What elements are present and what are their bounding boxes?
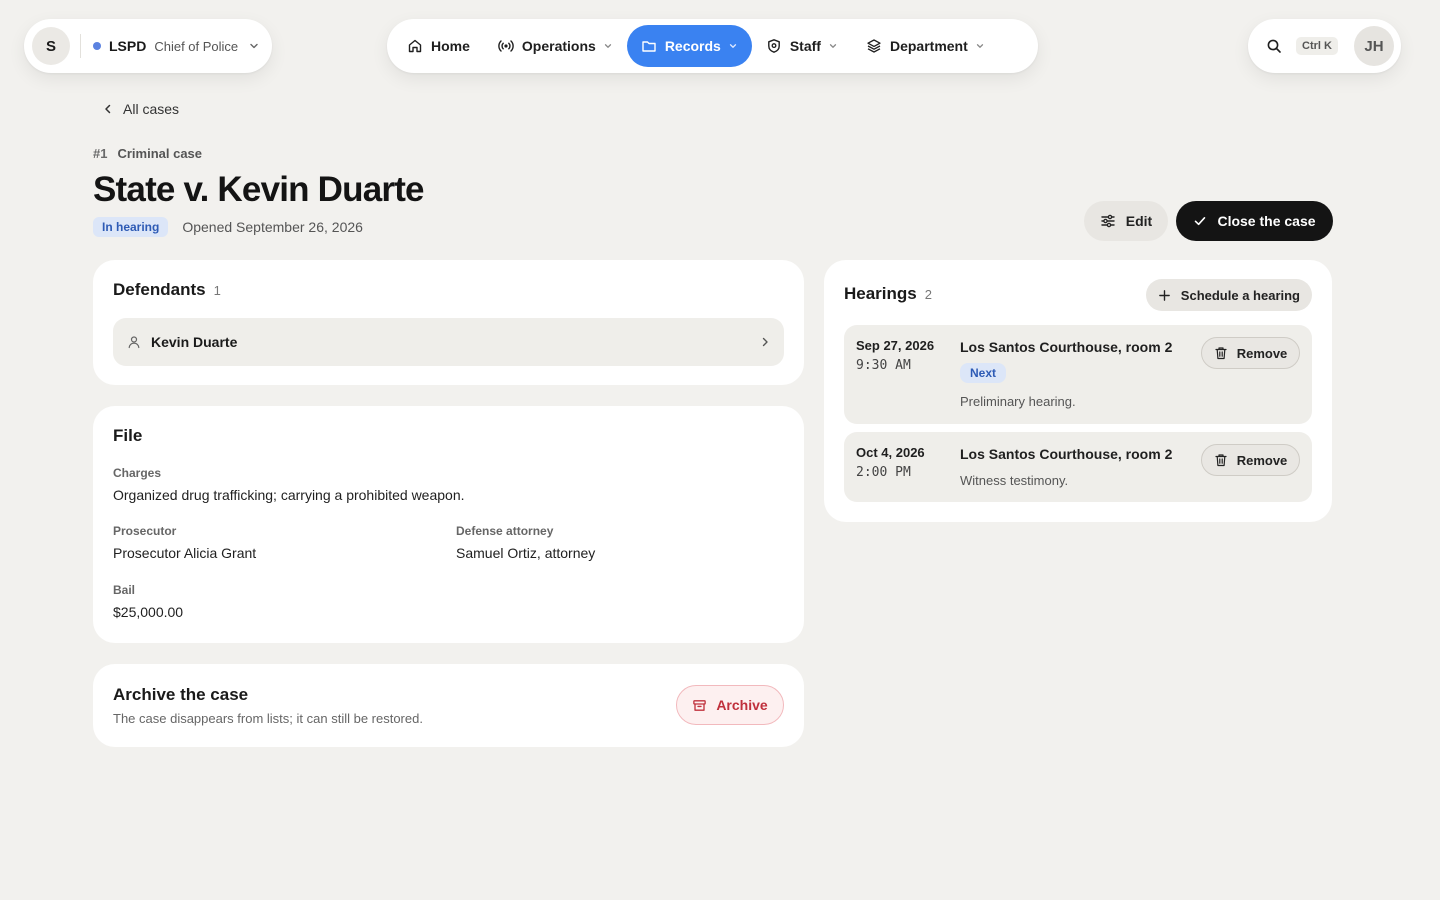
org-switcher[interactable]: S LSPD Chief of Police <box>24 19 272 73</box>
hearings-title: Hearings <box>844 284 917 303</box>
hearings-card: Hearings 2 Schedule a hearing Sep 27, 20… <box>824 260 1332 522</box>
remove-hearing-button[interactable]: Remove <box>1201 444 1300 476</box>
edit-button[interactable]: Edit <box>1084 201 1168 241</box>
defense-attorney-label: Defense attorney <box>456 524 554 538</box>
nav-item-records[interactable]: Records <box>626 25 752 67</box>
user-avatar[interactable]: JH <box>1354 26 1394 66</box>
hearing-item: Oct 4, 2026 2:00 PM Los Santos Courthous… <box>844 432 1312 502</box>
case-meta: #1 Criminal case <box>93 146 202 161</box>
archive-icon <box>692 698 707 713</box>
archive-button[interactable]: Archive <box>676 685 784 725</box>
bail-value: $25,000.00 <box>113 604 184 620</box>
sliders-icon <box>1100 213 1116 229</box>
case-type: Criminal case <box>117 146 203 161</box>
nav-item-home[interactable]: Home <box>393 25 484 67</box>
back-to-cases-link[interactable]: All cases <box>103 101 179 117</box>
defendant-row[interactable]: Kevin Duarte <box>113 318 784 366</box>
nav-item-operations[interactable]: Operations <box>484 25 627 67</box>
remove-label: Remove <box>1236 345 1288 361</box>
case-opened-date: Opened September 26, 2026 <box>182 219 363 235</box>
nav-item-department[interactable]: Department <box>852 25 999 67</box>
search-shortcut: Ctrl K <box>1296 37 1338 55</box>
case-number: #1 <box>93 146 108 161</box>
chevron-down-icon <box>728 41 738 51</box>
archive-card: Archive the case The case disappears fro… <box>93 664 804 747</box>
edit-button-label: Edit <box>1125 213 1153 229</box>
nav-item-label: Home <box>431 38 470 54</box>
prosecutor-value: Prosecutor Alicia Grant <box>113 545 257 561</box>
shield-icon <box>766 38 782 54</box>
file-card: File Charges Organized drug trafficking;… <box>93 406 804 643</box>
schedule-hearing-label: Schedule a hearing <box>1180 287 1300 303</box>
hearing-time: 2:00 PM <box>856 465 911 480</box>
file-title: File <box>113 426 143 445</box>
org-divider <box>80 34 81 58</box>
archive-description: The case disappears from lists; it can s… <box>113 711 423 726</box>
nav-item-label: Operations <box>521 38 596 54</box>
plus-icon <box>1158 289 1171 302</box>
prosecutor-field: Prosecutor Prosecutor Alicia Grant <box>113 524 256 561</box>
charges-label: Charges <box>113 466 162 480</box>
hearing-note: Preliminary hearing. <box>960 394 1076 409</box>
charges-field: Charges Organized drug trafficking; carr… <box>113 466 465 503</box>
chevron-right-icon <box>760 337 770 347</box>
defendants-count: 1 <box>213 283 221 298</box>
tools-bar: Ctrl K JH <box>1248 19 1401 73</box>
remove-label: Remove <box>1236 452 1288 468</box>
check-icon <box>1193 214 1207 228</box>
search-icon[interactable] <box>1266 38 1282 54</box>
schedule-hearing-button[interactable]: Schedule a hearing <box>1145 279 1312 311</box>
nav-item-label: Department <box>889 38 968 54</box>
chevron-down-icon <box>975 41 985 51</box>
defendants-title: Defendants <box>113 280 206 299</box>
defendants-card: Defendants 1 Kevin Duarte <box>93 260 804 385</box>
case-status-row: In hearing Opened September 26, 2026 <box>93 217 363 237</box>
nav-item-label: Staff <box>789 38 821 54</box>
status-badge: In hearing <box>93 217 169 237</box>
close-case-button[interactable]: Close the case <box>1176 201 1333 241</box>
archive-title: Archive the case <box>113 685 249 704</box>
hearing-note: Witness testimony. <box>960 473 1069 488</box>
trash-icon <box>1214 346 1228 360</box>
chevron-down-icon <box>828 41 838 51</box>
home-icon <box>407 38 423 54</box>
bail-label: Bail <box>113 583 136 597</box>
hearings-heading: Hearings 2 <box>844 284 932 304</box>
org-status-dot <box>93 42 101 50</box>
archive-button-label: Archive <box>716 697 768 713</box>
broadcast-icon <box>498 38 514 54</box>
prosecutor-label: Prosecutor <box>113 524 177 538</box>
chevron-left-icon <box>103 104 113 114</box>
bail-field: Bail $25,000.00 <box>113 583 183 620</box>
hearings-count: 2 <box>924 287 932 302</box>
nav-item-label: Records <box>664 38 721 54</box>
remove-hearing-button[interactable]: Remove <box>1201 337 1300 369</box>
trash-icon <box>1214 453 1228 467</box>
hearing-location: Los Santos Courthouse, room 2 <box>960 339 1173 355</box>
nav-item-staff[interactable]: Staff <box>752 25 852 67</box>
defendants-heading: Defendants 1 <box>113 280 784 300</box>
folder-icon <box>641 38 657 54</box>
page-title: State v. Kevin Duarte <box>93 170 425 209</box>
hearing-date: Sep 27, 2026 <box>856 338 935 353</box>
layers-icon <box>866 38 882 54</box>
close-case-label: Close the case <box>1217 213 1316 229</box>
hearing-time: 9:30 AM <box>856 358 911 373</box>
defendant-name: Kevin Duarte <box>151 334 238 350</box>
defense-attorney-field: Defense attorney Samuel Ortiz, attorney <box>456 524 595 561</box>
hearing-item: Sep 27, 2026 9:30 AM Los Santos Courthou… <box>844 325 1312 424</box>
chevron-down-icon <box>248 40 260 52</box>
main-nav: Home Operations Records Staff Department <box>387 19 1038 73</box>
defense-attorney-value: Samuel Ortiz, attorney <box>456 545 596 561</box>
back-link-label: All cases <box>123 101 180 117</box>
org-name: LSPD <box>109 38 147 54</box>
next-hearing-badge: Next <box>960 363 1007 383</box>
org-role: Chief of Police <box>154 38 239 54</box>
chevron-down-icon <box>603 41 613 51</box>
hearing-location: Los Santos Courthouse, room 2 <box>960 446 1173 462</box>
org-avatar: S <box>32 27 70 65</box>
charges-value: Organized drug trafficking; carrying a p… <box>113 487 465 503</box>
hearing-date: Oct 4, 2026 <box>856 445 925 460</box>
person-icon <box>127 335 141 349</box>
